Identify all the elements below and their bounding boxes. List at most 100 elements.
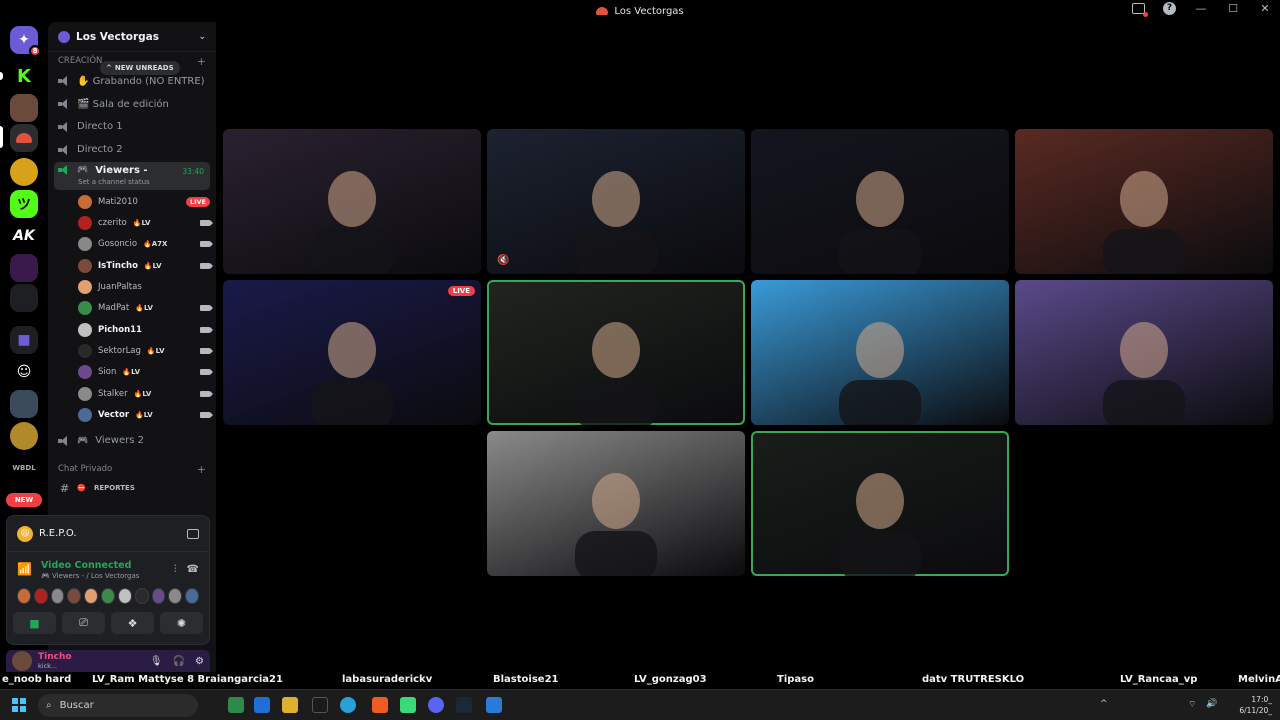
live-badge[interactable]: LIVE <box>185 196 210 207</box>
voice-member[interactable]: czerito 🔥LV <box>48 212 216 233</box>
vscode-icon[interactable] <box>254 697 270 713</box>
los-vectorgas-server-icon[interactable] <box>10 124 38 152</box>
help-icon[interactable]: ? <box>1163 2 1176 15</box>
start-button[interactable] <box>12 698 26 712</box>
voice-channel-directo-1[interactable]: Directo 1 <box>48 116 216 139</box>
voice-member[interactable]: Stalker 🔥LV <box>48 383 216 404</box>
avatar[interactable] <box>78 301 92 316</box>
participant-avatar[interactable] <box>151 588 166 604</box>
connection-channel-path[interactable]: 🎮 Viewers - / Los Vectorgas <box>17 572 199 580</box>
server-avatar-icon[interactable] <box>10 94 38 122</box>
brave-icon[interactable] <box>372 697 388 713</box>
voice-member[interactable]: IsTincho 🔥LV <box>48 255 216 276</box>
avatar[interactable] <box>78 343 92 358</box>
app-icon[interactable] <box>486 697 502 713</box>
direct-messages-icon[interactable]: ✦ 8 <box>10 26 41 57</box>
avatar[interactable] <box>78 407 92 422</box>
voice-member[interactable]: JuanPaltas <box>48 276 216 297</box>
avatar[interactable] <box>78 322 92 337</box>
voice-channel-directo-2[interactable]: Directo 2 <box>48 138 216 161</box>
participant-avatar[interactable] <box>67 588 82 604</box>
camera-button[interactable]: ■ <box>13 612 56 634</box>
avatar[interactable] <box>78 386 92 401</box>
minimize-button[interactable]: — <box>1194 2 1208 15</box>
video-tile[interactable] <box>751 431 1009 576</box>
server-gold-icon[interactable] <box>10 422 38 450</box>
noise-suppression-icon[interactable]: ⫶ <box>174 564 177 575</box>
participant-avatar[interactable] <box>185 588 199 604</box>
video-tile[interactable] <box>751 280 1009 425</box>
server-smiley-icon[interactable]: ☺ <box>10 358 38 386</box>
file-explorer-icon[interactable] <box>282 697 298 713</box>
kick-server-icon[interactable]: K <box>10 62 38 90</box>
guild-header[interactable]: Los Vectorgas ⌄ <box>48 22 216 52</box>
avatar[interactable] <box>78 216 92 231</box>
server-spiderman-icon[interactable] <box>10 254 38 282</box>
server-text-icon[interactable]: WBDL <box>10 454 38 482</box>
video-tile[interactable]: 🔇 <box>487 129 745 274</box>
activity-launch-icon[interactable] <box>187 528 199 539</box>
participant-avatar[interactable] <box>117 588 132 604</box>
edge-icon[interactable] <box>340 697 356 713</box>
avatar[interactable] <box>78 194 92 209</box>
app-icon[interactable] <box>400 697 416 713</box>
category-chat-privado[interactable]: Chat Privado + <box>48 460 216 478</box>
soundboard-button[interactable]: ✺ <box>160 612 203 634</box>
voice-channel-viewers-2[interactable]: 🎮 Viewers 2 <box>48 429 216 452</box>
avatar[interactable] <box>78 280 92 295</box>
participant-avatar[interactable] <box>84 588 99 604</box>
app-icon[interactable] <box>228 697 244 713</box>
close-button[interactable]: ✕ <box>1258 2 1272 15</box>
network-icon[interactable]: ⌔ <box>1188 699 1196 710</box>
tray-chevron-icon[interactable]: ^ <box>1100 699 1108 709</box>
connection-icon[interactable]: 📶 <box>17 562 32 576</box>
avatar[interactable] <box>12 651 32 671</box>
participant-avatar[interactable] <box>134 588 149 604</box>
voice-member[interactable]: MadPat 🔥LV <box>48 298 216 319</box>
add-channel-icon[interactable]: + <box>197 463 206 476</box>
avatar[interactable] <box>78 237 92 252</box>
volume-icon[interactable]: 🔊 <box>1206 699 1217 709</box>
microphone-icon[interactable]: 🎙 <box>150 656 163 667</box>
avatar[interactable] <box>78 258 92 273</box>
participant-avatar[interactable] <box>17 588 31 604</box>
server-face-icon[interactable]: ツ <box>10 190 38 218</box>
new-unreads-pill[interactable]: ^ NEW UNREADS <box>100 61 180 75</box>
voice-member[interactable]: Sion 🔥LV <box>48 362 216 383</box>
taskbar-search[interactable]: ⌕ Buscar <box>38 694 198 717</box>
activity-row[interactable]: 😆 R.E.P.O. <box>7 516 209 552</box>
text-channel-reportes[interactable]: # ⛔ REPORTES <box>48 478 216 498</box>
voice-channel-sala-edicion[interactable]: 🎬 Sala de edición <box>48 93 216 116</box>
screen-share-button[interactable]: ⎚ <box>62 612 105 634</box>
disconnect-icon[interactable]: ☎ <box>187 564 199 575</box>
participant-avatar[interactable] <box>33 588 48 604</box>
participant-avatar[interactable] <box>101 588 115 604</box>
gear-icon[interactable]: ⚙ <box>195 656 204 667</box>
video-tile[interactable] <box>1015 129 1273 274</box>
avatar[interactable] <box>78 365 92 380</box>
video-tile[interactable] <box>1015 280 1273 425</box>
participant-avatar[interactable] <box>50 588 65 604</box>
settings-icon[interactable] <box>312 697 328 713</box>
video-tile[interactable] <box>487 280 745 425</box>
server-skull-icon[interactable] <box>10 390 38 418</box>
participant-avatar[interactable] <box>168 588 183 604</box>
discord-icon[interactable] <box>428 697 444 713</box>
channel-status-text[interactable]: Set a channel status <box>78 178 150 186</box>
maximize-button[interactable]: ☐ <box>1226 2 1240 15</box>
video-tile[interactable] <box>487 431 745 576</box>
folder-icon[interactable]: ■ <box>10 326 38 354</box>
voice-member[interactable]: Gosoncio 🔥A7X <box>48 234 216 255</box>
voice-member[interactable]: Vector 🔥LV <box>48 404 216 425</box>
video-tile[interactable] <box>751 129 1009 274</box>
voice-member[interactable]: SektorLag 🔥LV <box>48 340 216 361</box>
voice-member[interactable]: Mati2010 LIVE <box>48 191 216 212</box>
steam-icon[interactable] <box>456 697 472 713</box>
voice-member[interactable]: Pichon11 <box>48 319 216 340</box>
username[interactable]: Tincho <box>38 652 72 662</box>
activities-button[interactable]: ❖ <box>111 612 154 634</box>
server-folder-icon[interactable] <box>10 284 38 312</box>
taskbar-clock[interactable]: 17:0_ 6/11/20_ <box>1239 694 1272 716</box>
video-tile[interactable]: LIVE <box>223 280 481 425</box>
server-ak-icon[interactable]: AK <box>10 222 38 250</box>
